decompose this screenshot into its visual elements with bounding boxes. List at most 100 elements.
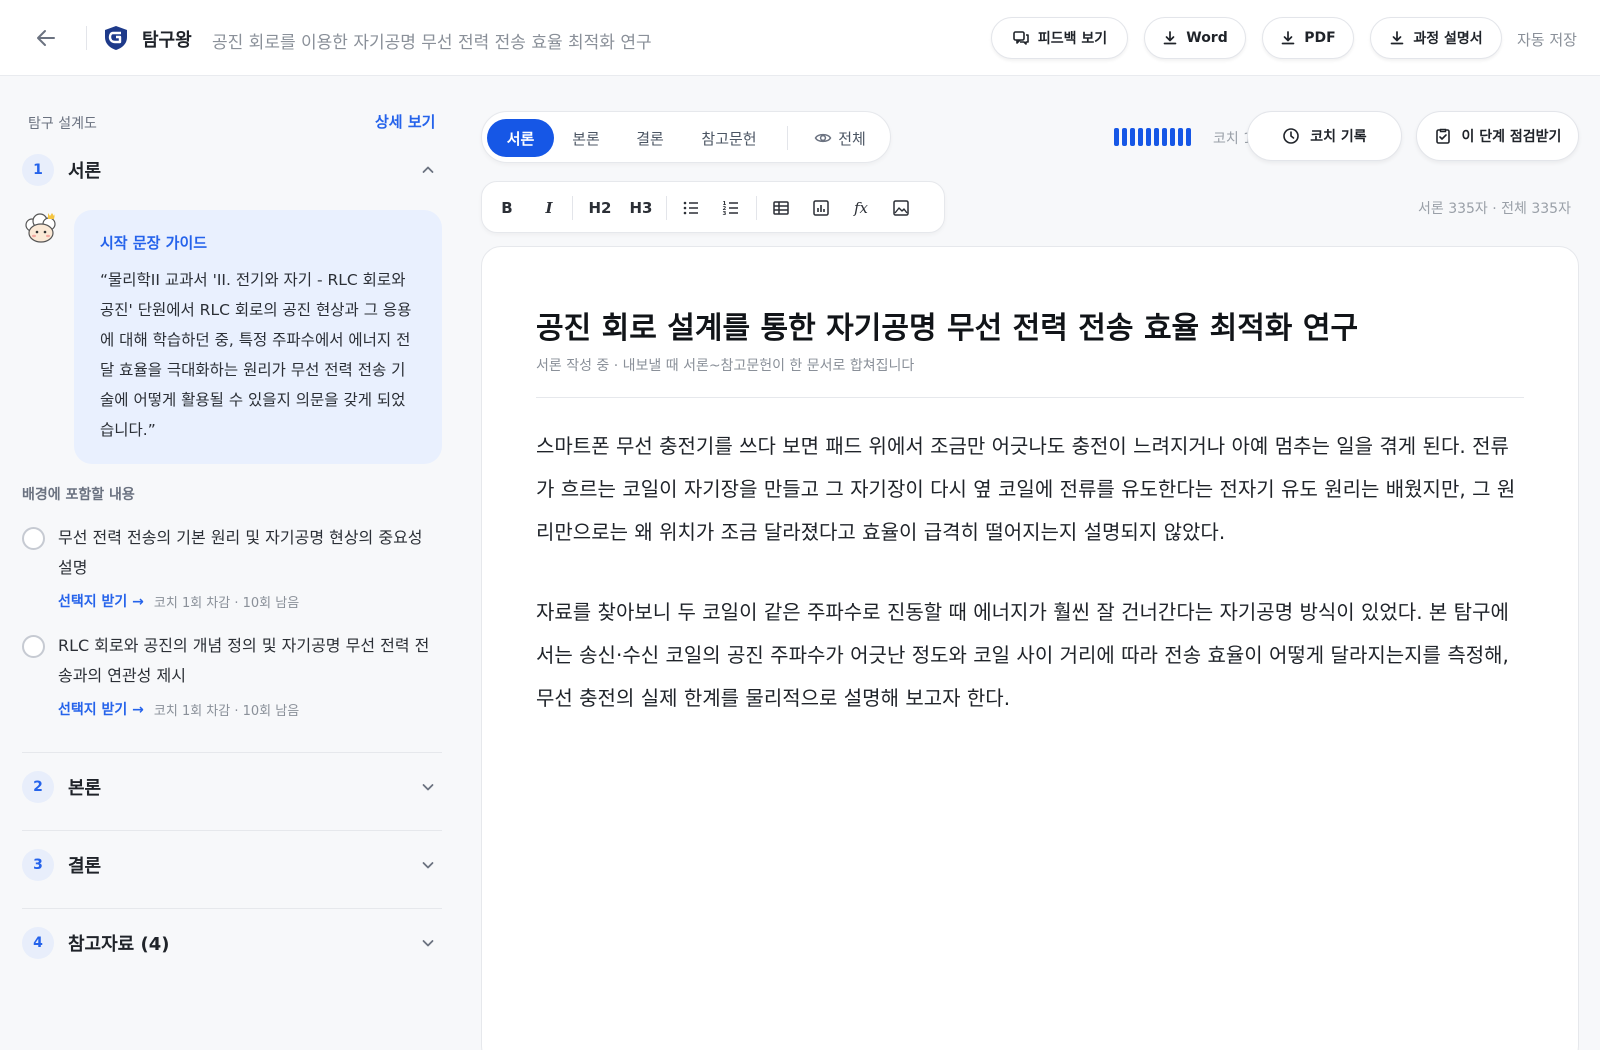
item-meta: 선택지 받기 → 코치 1회 차감 · 10회 남음 [58,591,299,611]
tab-references[interactable]: 참고문헌 [684,119,774,157]
download-icon [1281,31,1295,45]
table-icon[interactable] [766,191,796,225]
step-label: 참고자료 (4) [68,934,170,955]
pdf-button-label: PDF [1304,30,1336,46]
word-button-label: Word [1186,30,1228,46]
step-check-label: 이 단계 점검받기 [1461,129,1562,145]
bullet-list-icon[interactable] [676,191,706,225]
chart-icon[interactable] [806,191,836,225]
sidebar: 탐구 설계도 상세 보기 1 서론 시작 문장 가이드 “물리학II 교과서 '… [0,77,462,1050]
toolbar-divider [572,196,573,220]
app-name: 탐구왕 [142,30,192,51]
coach-bar [1130,128,1135,146]
coach-bar [1146,128,1151,146]
step-number: 4 [22,927,54,959]
detail-link[interactable]: 상세 보기 [375,111,435,132]
chevron-down-icon[interactable] [420,935,436,951]
process-doc-button[interactable]: 과정 설명서 [1370,17,1502,59]
tab-divider [787,126,788,150]
feedback-button-label: 피드백 보기 [1037,31,1108,47]
coach-bar [1154,128,1159,146]
start-sentence-guide: 시작 문장 가이드 “물리학II 교과서 'II. 전기와 자기 - RLC 회… [74,210,442,464]
get-options-link[interactable]: 선택지 받기 → [58,591,144,611]
image-icon[interactable] [886,191,916,225]
header-divider [86,26,87,50]
autosave-status: 자동 저장 [1517,31,1577,49]
tab-intro[interactable]: 서론 [487,119,554,157]
document-heading[interactable]: 공진 회로 설계를 통한 자기공명 무선 전력 전송 효율 최적화 연구 [536,303,1358,347]
section-tabs: 서론 본론 결론 참고문헌 전체 [481,111,891,163]
step-label: 본론 [68,778,102,799]
item-text: 무선 전력 전송의 기본 원리 및 자기공명 현상의 중요성 설명 [58,528,423,577]
sheep-avatar-icon [22,209,60,247]
coach-bar [1170,128,1175,146]
get-options-link[interactable]: 선택지 받기 → [58,699,144,719]
clipboard-check-icon [1435,128,1450,144]
step-conclusion[interactable]: 3 결론 [22,845,442,885]
word-export-button[interactable]: Word [1144,17,1246,59]
background-section-label: 배경에 포함할 내용 [22,487,135,503]
formula-button[interactable]: fx [846,191,876,225]
process-button-label: 과정 설명서 [1413,31,1483,47]
download-icon [1163,31,1177,45]
step-number: 3 [22,849,54,881]
top-bar: 탐구왕 공진 회로를 이용한 자기공명 무선 전력 전송 효율 최적화 연구 피… [0,0,1600,76]
heading2-button[interactable]: H2 [582,191,618,225]
toolbar-divider [756,196,757,220]
guide-text: “물리학II 교과서 'II. 전기와 자기 - RLC 회로와 공진' 단원에… [100,271,412,439]
step-label: 서론 [68,161,102,182]
coach-history-button[interactable]: 코치 기록 [1247,111,1402,161]
step-number: 1 [22,154,54,186]
editor-subtitle: 서론 작성 중 · 내보낼 때 서론~참고문헌이 한 문서로 합쳐집니다 [536,358,915,374]
document-editor[interactable]: 공진 회로 설계를 통한 자기공명 무선 전력 전송 효율 최적화 연구 서론 … [481,246,1579,1050]
chevron-down-icon[interactable] [420,857,436,873]
coach-bar [1178,128,1183,146]
step-check-button[interactable]: 이 단계 점검받기 [1416,111,1579,161]
coach-bar [1114,128,1119,146]
italic-button[interactable]: I [534,191,564,225]
coach-progress-bars [1114,128,1191,146]
coach-bar [1162,128,1167,146]
sidebar-heading: 탐구 설계도 [28,116,97,132]
bold-button[interactable]: B [492,191,522,225]
coach-bar [1138,128,1143,146]
back-arrow-icon[interactable] [32,24,60,52]
step-references[interactable]: 4 참고자료 (4) [22,923,442,963]
chat-icon [1013,31,1029,45]
title-divider [536,397,1524,398]
step-intro[interactable]: 1 서론 [22,150,442,190]
heading3-button[interactable]: H3 [623,191,659,225]
clock-icon [1283,128,1300,144]
item-meta: 선택지 받기 → 코치 1회 차감 · 10회 남음 [58,699,299,719]
download-icon [1391,31,1404,45]
numbered-list-icon[interactable]: 123 [716,191,746,225]
item-radio[interactable] [22,635,45,658]
formatting-toolbar: B I H2 H3 123 fx [481,181,945,233]
tab-all-label: 전체 [838,129,866,148]
document-title: 공진 회로를 이용한 자기공명 무선 전력 전송 효율 최적화 연구 [212,33,652,53]
character-count: 서론 335자 · 전체 335자 [1418,201,1571,217]
guide-title: 시작 문장 가이드 [100,234,208,252]
step-label: 결론 [68,856,102,877]
paragraph[interactable]: 자료를 찾아보니 두 코일이 같은 주파수로 진동할 때 에너지가 훨씬 잘 건… [536,591,1526,720]
coach-history-label: 코치 기록 [1310,129,1367,145]
chevron-up-icon[interactable] [420,162,436,178]
svg-text:3: 3 [723,211,727,217]
feedback-button[interactable]: 피드백 보기 [991,17,1128,59]
toolbar-divider [666,196,667,220]
pdf-export-button[interactable]: PDF [1262,17,1354,59]
item-text: RLC 회로와 공진의 개념 정의 및 자기공명 무선 전력 전송과의 연관성 … [58,636,430,685]
shield-logo-icon [102,24,130,52]
tab-body[interactable]: 본론 [556,119,616,157]
divider [22,908,442,909]
item-radio[interactable] [22,527,45,550]
tab-conclusion[interactable]: 결론 [620,119,680,157]
chevron-down-icon[interactable] [420,779,436,795]
tab-all[interactable]: 전체 [800,119,880,157]
coach-bar [1186,128,1191,146]
coach-usage-text: 코치 1회 차감 · 10회 남음 [153,595,300,611]
eye-icon [814,133,832,143]
step-number: 2 [22,771,54,803]
step-body[interactable]: 2 본론 [22,767,442,807]
paragraph[interactable]: 스마트폰 무선 충전기를 쓰다 보면 패드 위에서 조금만 어긋나도 충전이 느… [536,425,1526,554]
